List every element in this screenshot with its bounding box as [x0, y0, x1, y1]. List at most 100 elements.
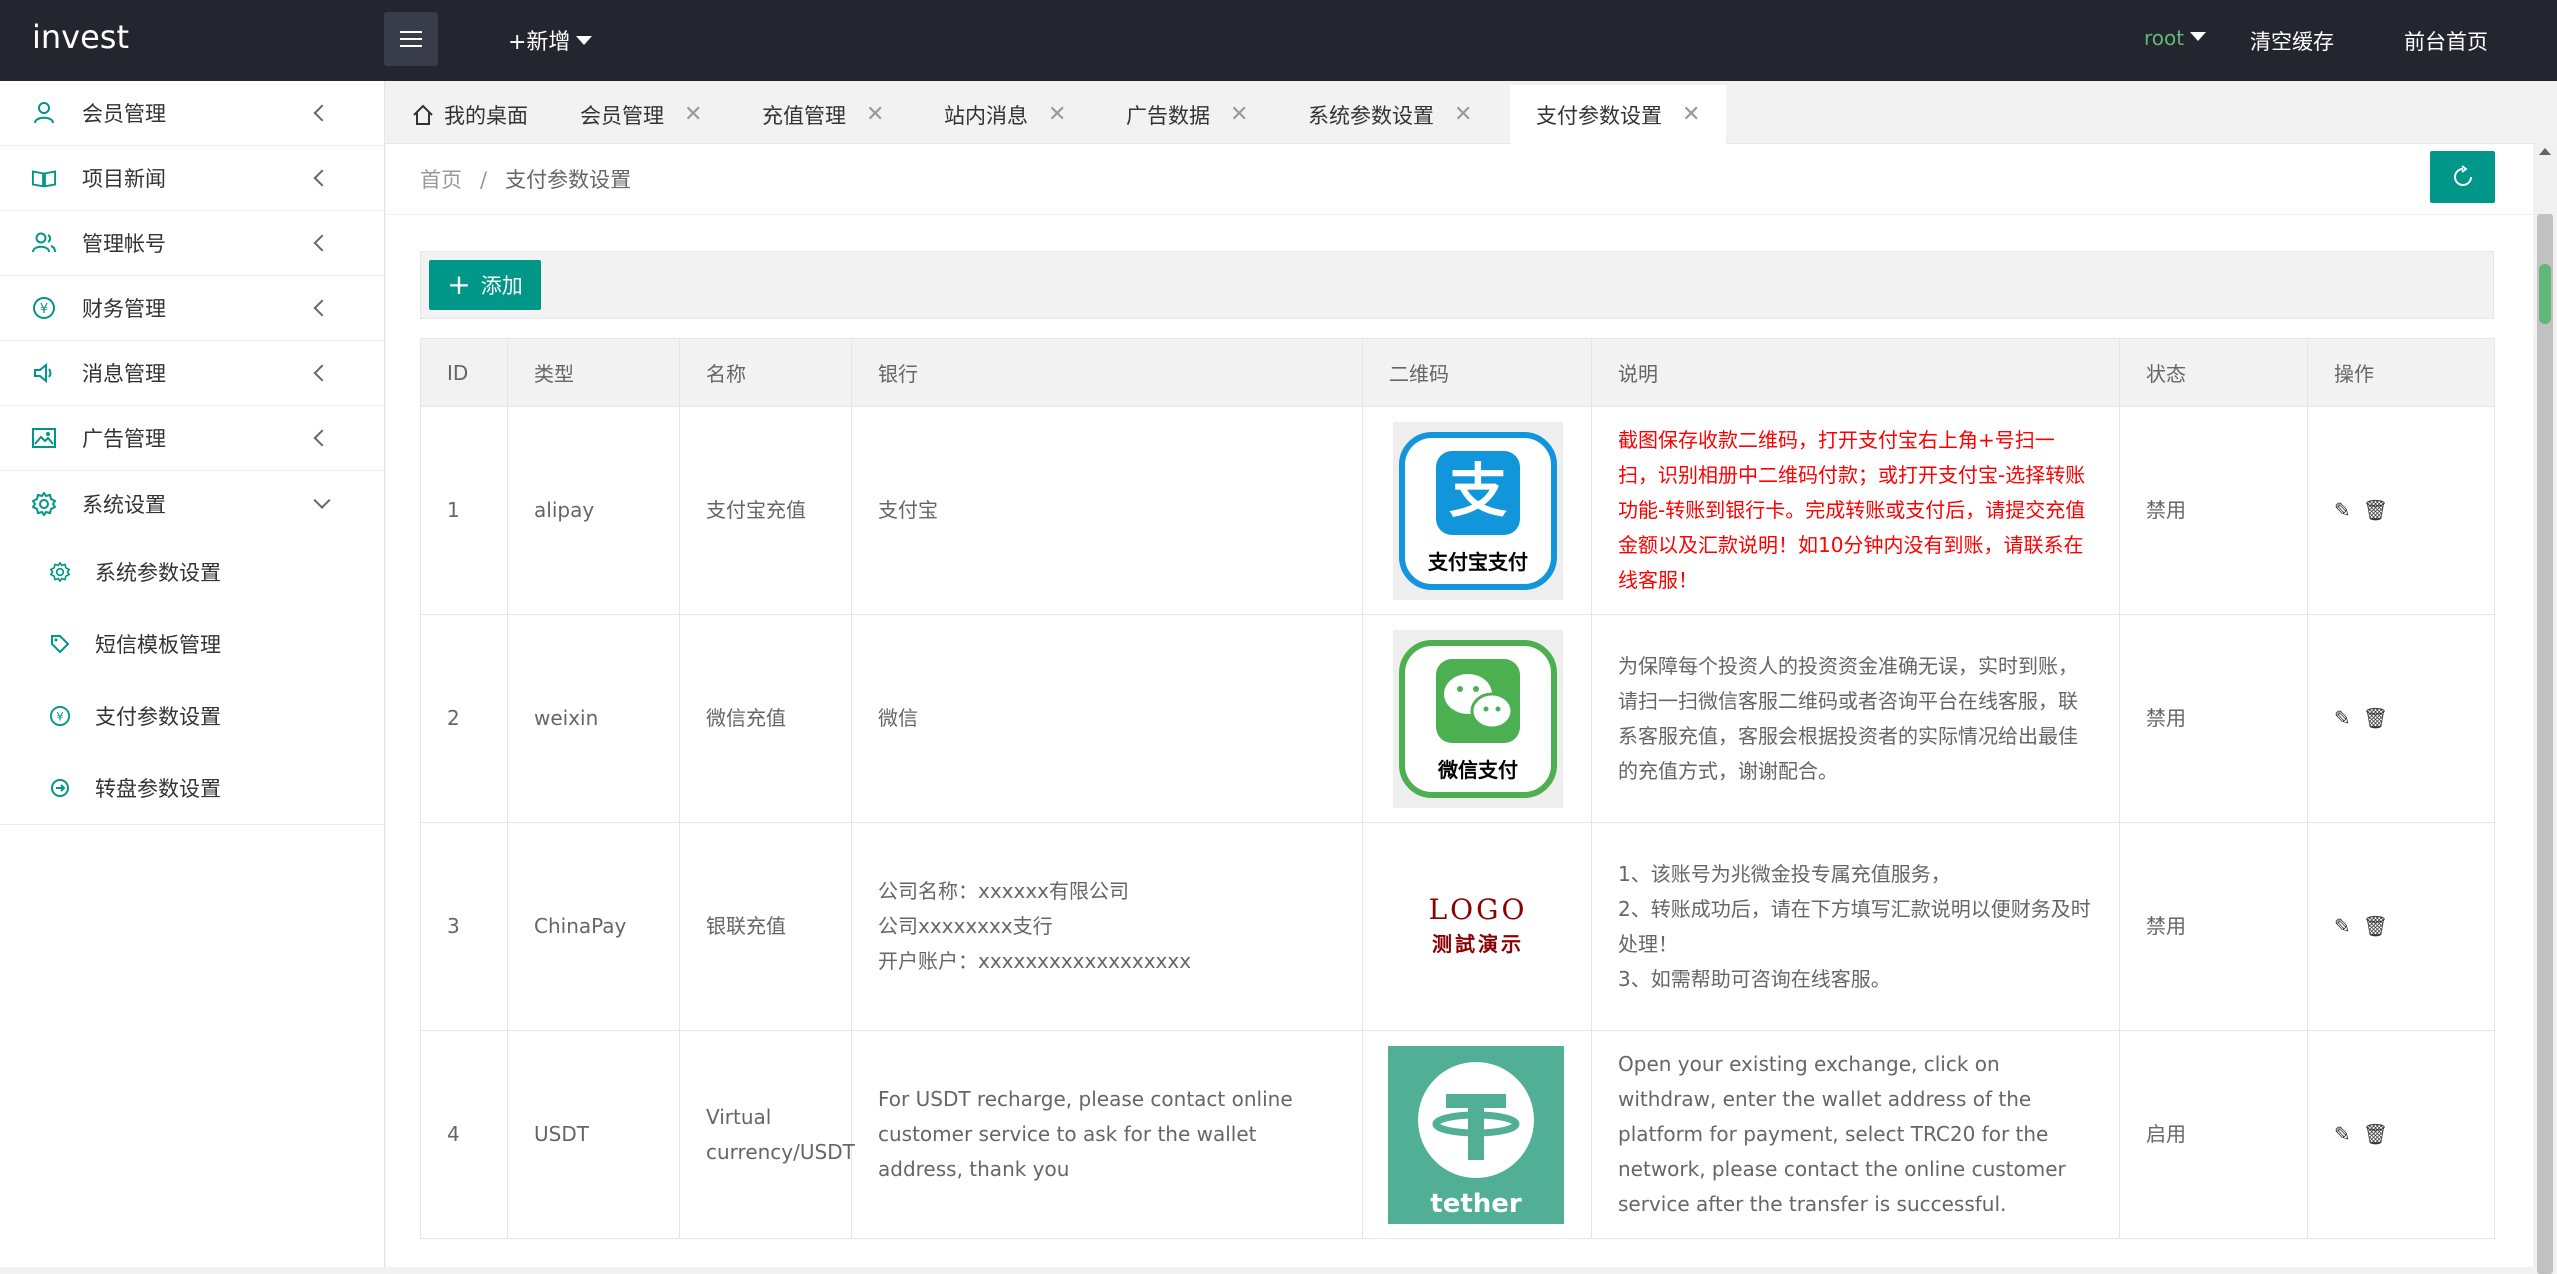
cell-type: ChinaPay	[507, 822, 680, 1031]
close-icon[interactable]: ✕	[1682, 102, 1700, 127]
user-icon	[32, 101, 56, 125]
tab-payment-params[interactable]: 支付参数设置 ✕	[1510, 85, 1727, 144]
table-row[interactable]: 1 alipay 支付宝充值 支付宝 支 支付宝支付 截图保存收款二维码，打开支…	[420, 406, 2495, 615]
top-bar: invest +新增 root 清空缓存 前台首页	[0, 0, 2557, 81]
chevron-left-icon	[313, 104, 331, 122]
scrollbar-thumb[interactable]	[2537, 214, 2553, 1274]
tab-site-messages[interactable]: 站内消息 ✕	[944, 85, 1066, 144]
chevron-left-icon	[313, 429, 331, 447]
front-home-link[interactable]: 前台首页	[2404, 26, 2488, 56]
sidebar-item-label: 系统设置	[82, 492, 166, 517]
cell-status: 启用	[2119, 1030, 2308, 1239]
wechat-qr-image[interactable]: 微信支付	[1393, 629, 1563, 808]
column-header-description[interactable]: 说明	[1591, 338, 2120, 407]
logo-demo-image[interactable]: LOGO 测試演示	[1393, 838, 1563, 1016]
trash-icon[interactable]: 🗑	[2363, 1117, 2388, 1152]
trash-icon[interactable]: 🗑	[2363, 701, 2388, 736]
table-toolbar: + 添加	[420, 251, 2494, 319]
column-header-type[interactable]: 类型	[507, 338, 680, 407]
column-header-id[interactable]: ID	[420, 338, 508, 407]
close-icon[interactable]: ✕	[1230, 102, 1248, 127]
edit-icon[interactable]: ✎	[2334, 909, 2351, 944]
breadcrumb-home[interactable]: 首页	[420, 168, 462, 192]
sidebar-subitem-payment-params[interactable]: ¥ 支付参数设置	[0, 680, 384, 752]
new-label: +新增	[508, 30, 571, 55]
chevron-left-icon	[313, 234, 331, 252]
tab-label: 充值管理	[762, 103, 846, 128]
column-header-name[interactable]: 名称	[679, 338, 852, 407]
sidebar-subitem-system-params[interactable]: 系统参数设置	[0, 536, 384, 608]
sidebar-subitem-turntable-params[interactable]: 转盘参数设置	[0, 752, 384, 824]
column-header-actions[interactable]: 操作	[2307, 338, 2495, 407]
plus-icon: +	[447, 268, 471, 301]
alipay-qr-image[interactable]: 支 支付宝支付	[1393, 421, 1563, 600]
cell-id: 1	[420, 406, 508, 615]
column-header-status[interactable]: 状态	[2119, 338, 2308, 407]
svg-text:¥: ¥	[40, 302, 48, 317]
cell-name: 银联充值	[679, 822, 852, 1031]
sidebar-item-label: 财务管理	[82, 297, 166, 321]
sidebar-subitem-label: 短信模板管理	[95, 633, 221, 657]
close-icon[interactable]: ✕	[866, 102, 884, 127]
table-header-row: ID 类型 名称 银行 二维码 说明 状态 操作	[420, 338, 2495, 407]
tab-ad-data[interactable]: 广告数据 ✕	[1126, 85, 1248, 144]
scroll-indicator	[2539, 264, 2551, 324]
tab-label: 支付参数设置	[1536, 103, 1662, 128]
sidebar-item-admin-accounts[interactable]: 管理帐号	[0, 211, 384, 276]
table-row[interactable]: 4 USDT Virtual currency/USDT For USDT re…	[420, 1030, 2495, 1239]
scroll-up-icon[interactable]	[2539, 148, 2551, 155]
tab-system-params[interactable]: 系统参数设置 ✕	[1308, 85, 1472, 144]
users-icon	[32, 231, 56, 255]
edit-icon[interactable]: ✎	[2334, 493, 2351, 528]
refresh-button[interactable]	[2430, 151, 2495, 203]
menu-toggle-button[interactable]	[384, 12, 438, 66]
gear-icon	[32, 491, 56, 516]
cell-type: alipay	[507, 406, 680, 615]
tab-members[interactable]: 会员管理 ✕	[580, 85, 702, 144]
book-icon	[32, 166, 56, 190]
chevron-left-icon	[313, 169, 331, 187]
cell-id: 4	[420, 1030, 508, 1239]
chevron-down-icon	[313, 491, 331, 509]
column-header-bank[interactable]: 银行	[851, 338, 1363, 407]
column-header-qrcode[interactable]: 二维码	[1362, 338, 1592, 407]
add-button[interactable]: + 添加	[429, 260, 541, 310]
cell-description: 为保障每个投资人的投资资金准确无误，实时到账，请扫一扫微信客服二维码或者咨询平台…	[1591, 614, 2120, 823]
qr-caption: 微信支付	[1437, 758, 1518, 782]
new-dropdown[interactable]: +新增	[508, 24, 593, 56]
chevron-left-icon	[313, 364, 331, 382]
close-icon[interactable]: ✕	[1048, 102, 1066, 127]
sidebar-item-messages[interactable]: 消息管理	[0, 341, 384, 406]
trash-icon[interactable]: 🗑	[2363, 493, 2388, 528]
trash-icon[interactable]: 🗑	[2363, 909, 2388, 944]
cell-actions: ✎ 🗑	[2307, 822, 2495, 1031]
table-row[interactable]: 3 ChinaPay 银联充值 公司名称：xxxxxx有限公司 公司xxxxxx…	[420, 822, 2495, 1031]
logo-text: LOGO	[1428, 892, 1528, 926]
tab-desktop[interactable]: 我的桌面	[412, 85, 528, 144]
sidebar-item-news[interactable]: 项目新闻	[0, 146, 384, 211]
sidebar-item-system-settings[interactable]: 系统设置	[0, 471, 384, 536]
desc-line: 2、转账成功后，请在下方填写汇款说明以便财务及时处理！	[1618, 896, 2091, 956]
cell-qrcode: tether	[1362, 1030, 1592, 1239]
sidebar-subitem-sms-templates[interactable]: 短信模板管理	[0, 608, 384, 680]
close-icon[interactable]: ✕	[1454, 102, 1472, 127]
clear-cache-link[interactable]: 清空缓存	[2250, 26, 2334, 56]
vertical-scrollbar[interactable]	[2533, 144, 2557, 1274]
bank-line: 开户账户：xxxxxxxxxxxxxxxxxx	[878, 949, 1192, 973]
close-icon[interactable]: ✕	[684, 102, 702, 127]
tab-recharge[interactable]: 充值管理 ✕	[762, 85, 884, 144]
app-logo: invest	[32, 18, 130, 56]
tether-image[interactable]: tether	[1388, 1045, 1564, 1224]
edit-icon[interactable]: ✎	[2334, 701, 2351, 736]
table-row[interactable]: 2 weixin 微信充值 微信 微信支付 为保障每个投资人的投资资金准确无误，…	[420, 614, 2495, 823]
divider	[386, 214, 2534, 215]
edit-icon[interactable]: ✎	[2334, 1117, 2351, 1152]
caret-down-icon	[576, 36, 593, 45]
breadcrumb-separator: /	[480, 168, 488, 192]
sidebar-item-members[interactable]: 会员管理	[0, 81, 384, 146]
user-menu[interactable]: root	[2144, 26, 2207, 50]
sidebar-item-finance[interactable]: ¥ 财务管理	[0, 276, 384, 341]
cell-qrcode: LOGO 测試演示	[1362, 822, 1592, 1031]
sidebar-item-ads[interactable]: 广告管理	[0, 406, 384, 471]
bank-line: 公司名称：xxxxxx有限公司	[878, 879, 1130, 903]
